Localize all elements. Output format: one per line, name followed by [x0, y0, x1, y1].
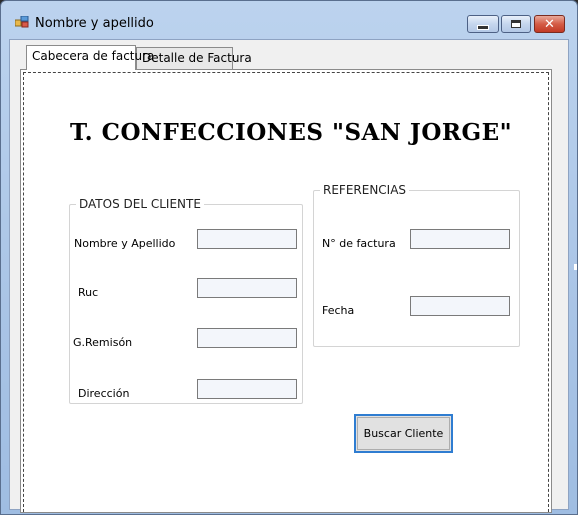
tab-panel: T. CONFECCIONES "SAN JORGE" DATOS DEL CL…: [20, 69, 552, 513]
ruc-input[interactable]: [197, 278, 297, 298]
application-window: Nombre y apellido ✕ Cabecera de factura …: [0, 0, 578, 515]
button-focus-rect: [357, 417, 450, 450]
title-bar[interactable]: Nombre y apellido ✕: [1, 1, 577, 33]
resize-grip[interactable]: [574, 264, 577, 270]
tab-cabecera-factura[interactable]: Cabecera de factura: [26, 45, 154, 70]
datos-cliente-legend: DATOS DEL CLIENTE: [76, 197, 204, 211]
ruc-label: Ruc: [78, 286, 99, 299]
nombre-apellido-label: Nombre y Apellido: [74, 237, 176, 250]
fecha-label: Fecha: [322, 304, 355, 317]
referencias-legend: REFERENCIAS: [320, 183, 410, 197]
close-icon: ✕: [544, 16, 555, 32]
window-title: Nombre y apellido: [35, 16, 154, 31]
fecha-input[interactable]: [410, 296, 510, 316]
numero-factura-input[interactable]: [410, 229, 510, 249]
direccion-label: Dirección: [78, 387, 130, 400]
nombre-apellido-input[interactable]: [197, 229, 297, 249]
close-button[interactable]: ✕: [534, 15, 565, 33]
minimize-icon: [477, 24, 489, 30]
direccion-input[interactable]: [197, 379, 297, 399]
g-remision-input[interactable]: [197, 328, 297, 348]
minimize-button[interactable]: [467, 15, 499, 33]
referencias-group: REFERENCIAS: [313, 183, 520, 347]
company-title: T. CONFECCIONES "SAN JORGE": [70, 119, 513, 146]
numero-factura-label: N° de factura: [322, 237, 396, 250]
form-client-area: Cabecera de factura Detalle de Factura T…: [9, 39, 569, 513]
app-icon: [15, 16, 29, 28]
buscar-cliente-button[interactable]: Buscar Cliente: [354, 414, 453, 453]
maximize-icon: [511, 20, 521, 28]
maximize-button[interactable]: [501, 15, 531, 33]
g-remision-label: G.Remisón: [73, 336, 133, 349]
